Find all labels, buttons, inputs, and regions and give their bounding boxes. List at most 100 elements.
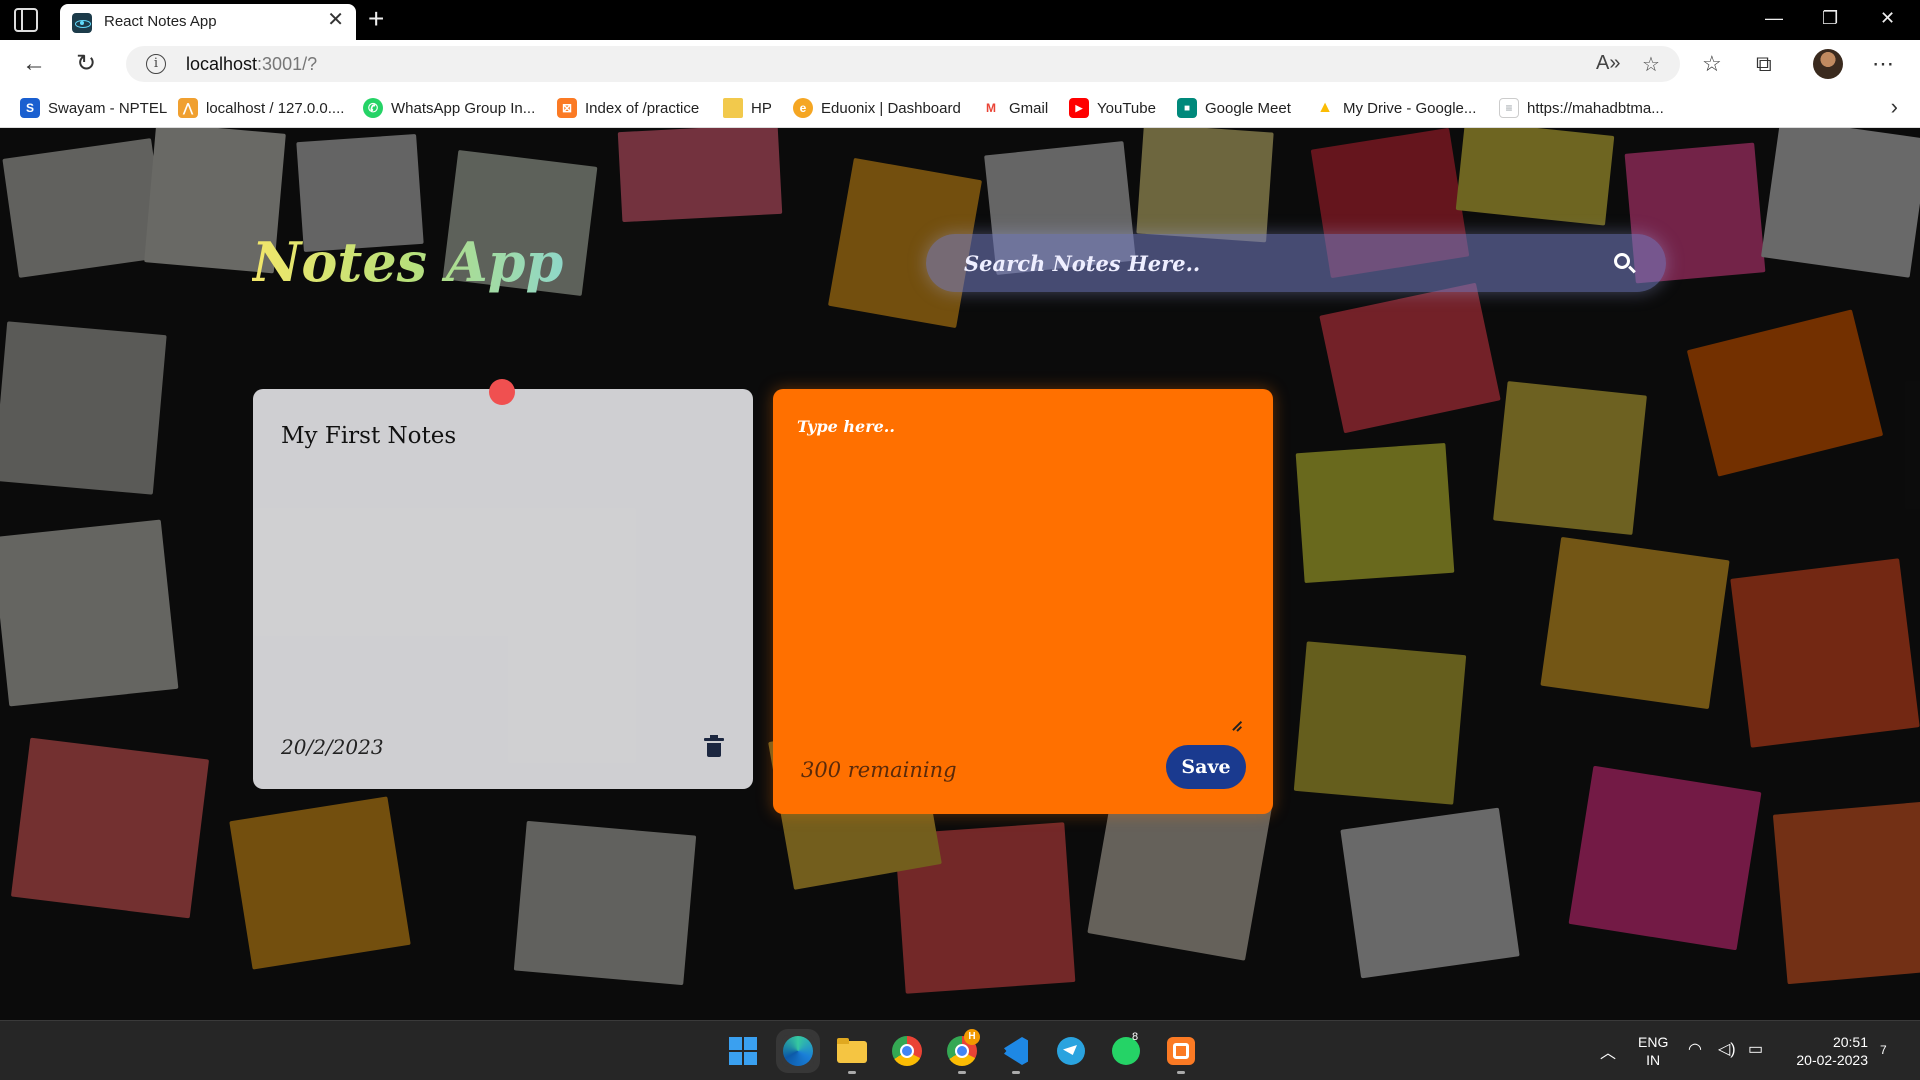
bookmark-eduonix[interactable]: e Eduonix | Dashboard [793,96,961,120]
new-tab-button[interactable]: + [368,4,384,34]
search-icon[interactable] [1614,253,1630,269]
folder-icon [723,98,743,118]
resize-grip-icon[interactable] [1231,721,1241,731]
bookmarks-bar: S Swayam - NPTEL ⋀ localhost / 127.0.0....… [0,88,1920,128]
address-bar-row: ← ↻ i localhost:3001/? A» ☆ ☆ ⧉ ⋯ [0,40,1920,88]
xampp-icon[interactable] [1165,1035,1197,1067]
whatsapp-badge: 8 [1132,1031,1139,1043]
more-menu-icon[interactable]: ⋯ [1872,50,1894,78]
bookmark-label: HP [751,99,772,117]
telegram-icon[interactable] [1055,1035,1087,1067]
chrome-profile-icon[interactable]: H [946,1029,980,1067]
remaining-count: 300 remaining [801,758,957,782]
youtube-icon: ▶ [1069,98,1089,118]
whatsapp-icon[interactable]: 8 [1110,1031,1142,1067]
bookmark-index-practice[interactable]: ⊠ Index of /practice [557,96,699,120]
note-date: 20/2/2023 [281,735,384,759]
bookmark-swayam[interactable]: S Swayam - NPTEL [20,96,167,120]
url-text[interactable]: localhost:3001/? [186,54,317,75]
bookmark-label: Google Meet [1205,99,1291,117]
clock[interactable]: 20:51 20-02-2023 [1788,1033,1868,1069]
trash-body [707,743,721,757]
bookmark-whatsapp-group[interactable]: ✆ WhatsApp Group In... [363,96,535,120]
bookmark-label: https://mahadbtma... [1527,99,1664,117]
profile-avatar[interactable] [1813,49,1843,79]
search-bar[interactable] [926,234,1666,292]
tab-actions-icon[interactable] [14,8,38,32]
bookmark-label: Eduonix | Dashboard [821,99,961,117]
document-icon: ≡ [1499,98,1519,118]
bookmark-gmail[interactable]: M Gmail [981,96,1048,120]
url-path: :3001/? [257,54,318,74]
language-indicator[interactable]: ENG IN [1638,1033,1668,1069]
windows-taskbar: H 8 ︿ ENG IN ◠ ◁) ▭ 20:51 20-02-2023 7 [0,1020,1920,1080]
volume-icon[interactable]: ◁) [1718,1039,1736,1059]
whatsapp-icon: ✆ [363,98,383,118]
bookmark-google-meet[interactable]: ■ Google Meet [1177,96,1291,120]
gmail-icon: M [981,98,1001,118]
close-window-button[interactable]: ✕ [1880,6,1895,30]
phpmyadmin-icon: ⋀ [178,98,198,118]
site-info-icon[interactable]: i [146,54,166,74]
pin-dot [489,379,515,405]
restore-button[interactable]: ❐ [1822,6,1838,30]
add-favorite-icon[interactable]: ☆ [1642,52,1660,77]
google-meet-icon: ■ [1177,98,1197,118]
region-code: IN [1646,1052,1661,1068]
favorites-icon[interactable]: ☆ [1702,50,1722,78]
chrome-icon[interactable] [891,1035,923,1067]
react-favicon-icon [72,13,92,33]
bookmark-youtube[interactable]: ▶ YouTube [1069,96,1156,120]
address-bar[interactable]: i localhost:3001/? A» ☆ [126,46,1680,82]
refresh-icon[interactable]: ↻ [76,50,96,78]
language-code: ENG [1638,1034,1669,1050]
bookmark-label: localhost / 127.0.0.... [206,99,345,117]
battery-icon[interactable]: ▭ [1748,1039,1763,1059]
chevron-up-icon[interactable]: ︿ [1600,1039,1616,1063]
bookmark-localhost[interactable]: ⋀ localhost / 127.0.0.... [178,96,344,120]
google-drive-icon: ▲ [1315,98,1335,118]
collections-icon[interactable]: ⧉ [1756,50,1772,78]
xampp-icon: ⊠ [557,98,577,118]
note-text: My First Notes [281,423,457,449]
new-note-card: 300 remaining Save [773,389,1273,814]
clock-date: 20-02-2023 [1796,1052,1868,1068]
bookmark-hp-folder[interactable]: HP [723,96,772,120]
notification-count[interactable]: 7 [1880,1041,1887,1059]
bookmark-label: YouTube [1097,99,1156,117]
wifi-icon[interactable]: ◠ [1688,1039,1702,1059]
bookmark-label: WhatsApp Group In... [391,99,536,117]
note-card: My First Notes 20/2/2023 [253,379,753,789]
edge-icon[interactable] [776,1029,820,1073]
running-indicator [848,1071,856,1074]
new-note-textarea[interactable] [797,417,1251,729]
swayam-icon: S [20,98,40,118]
bookmark-label: Index of /practice [585,99,700,117]
read-aloud-icon[interactable]: A» [1596,52,1620,75]
browser-tab-strip: React Notes App ✕ + — ❐ ✕ [0,0,1920,40]
running-indicator [958,1071,966,1074]
running-indicator [1012,1071,1020,1074]
bookmark-google-drive[interactable]: ▲ My Drive - Google... [1315,96,1476,120]
file-explorer-icon[interactable] [836,1035,868,1067]
tab-close-icon[interactable]: ✕ [327,10,344,30]
windows-start-icon[interactable] [727,1035,759,1067]
clock-time: 20:51 [1832,1034,1868,1050]
bookmark-label: Gmail [1009,99,1049,117]
trash-lid [704,735,724,741]
notes-app-page: Notes App My First Notes 20/2/2023 300 r… [0,128,1920,1020]
tab-title: React Notes App [104,13,217,30]
back-arrow-icon[interactable]: ← [22,50,46,78]
delete-note-icon[interactable] [704,735,724,757]
chevron-right-icon[interactable]: › [1891,94,1898,120]
search-input[interactable] [964,246,1564,280]
bookmark-mahadbt[interactable]: ≡ https://mahadbtma... [1499,96,1664,120]
url-host: localhost [186,54,258,74]
vscode-icon[interactable] [1000,1035,1032,1067]
save-button[interactable]: Save [1166,745,1246,789]
app-title: Notes App [252,230,564,294]
minimize-button[interactable]: — [1765,6,1783,30]
chrome-profile-badge: H [964,1029,980,1045]
eduonix-icon: e [793,98,813,118]
browser-tab[interactable]: React Notes App ✕ [60,4,356,40]
